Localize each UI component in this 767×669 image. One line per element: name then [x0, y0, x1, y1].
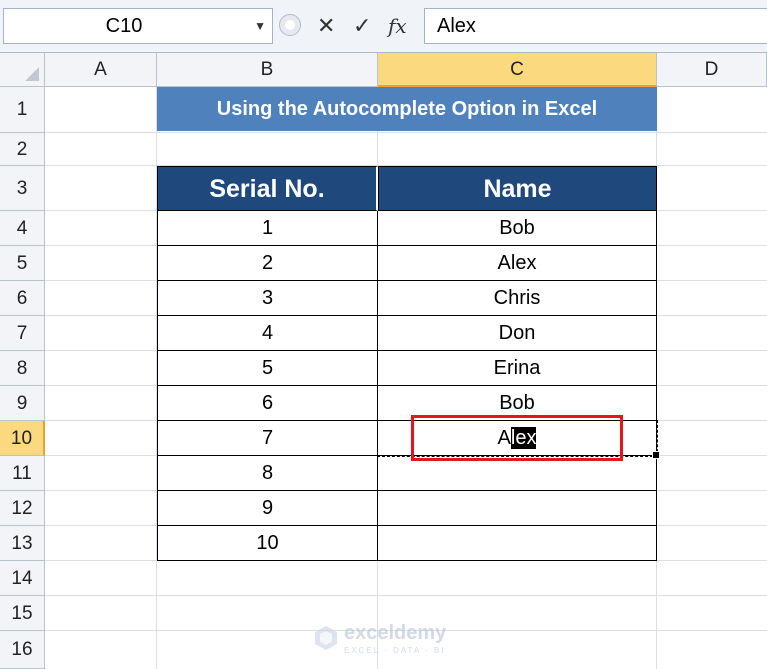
- name-box[interactable]: C10 ▼: [3, 8, 273, 44]
- formula-buttons: ✕ ✓ fx: [275, 8, 421, 44]
- serial-cell[interactable]: 8: [157, 456, 378, 491]
- row-header-5[interactable]: 5: [0, 246, 45, 281]
- gridline: [45, 595, 767, 596]
- serial-cell[interactable]: 6: [157, 386, 378, 421]
- row-header-8[interactable]: 8: [0, 351, 45, 386]
- name-cell[interactable]: [378, 456, 657, 491]
- serial-cell[interactable]: 3: [157, 281, 378, 316]
- row-header-6[interactable]: 6: [0, 281, 45, 316]
- cancel-icon[interactable]: ✕: [317, 8, 335, 44]
- row-header-2[interactable]: 2: [0, 133, 45, 166]
- chevron-down-icon[interactable]: ▼: [254, 9, 266, 43]
- column-header-a[interactable]: A: [45, 53, 157, 87]
- row-header-9[interactable]: 9: [0, 386, 45, 421]
- name-cell[interactable]: Alex: [378, 246, 657, 281]
- name-cell[interactable]: Erina: [378, 351, 657, 386]
- serial-cell[interactable]: 10: [157, 526, 378, 561]
- gridline: [45, 132, 767, 133]
- name-cell[interactable]: Bob: [378, 211, 657, 246]
- column-header-c[interactable]: C: [378, 53, 657, 87]
- highlight-box: [411, 415, 623, 461]
- fill-handle[interactable]: [652, 451, 660, 459]
- select-all-icon: [25, 67, 39, 81]
- enter-icon[interactable]: ✓: [353, 8, 371, 44]
- name-cell[interactable]: Don: [378, 316, 657, 351]
- watermark-tagline: EXCEL · DATA · BI: [344, 646, 446, 655]
- name-cell[interactable]: [378, 491, 657, 526]
- table-header-name[interactable]: Name: [378, 166, 657, 211]
- row-header-10[interactable]: 10: [0, 421, 45, 456]
- row-header-14[interactable]: 14: [0, 561, 45, 596]
- row-header-11[interactable]: 11: [0, 456, 45, 491]
- row-header-7[interactable]: 7: [0, 316, 45, 351]
- column-header-b[interactable]: B: [157, 53, 378, 87]
- sheet-title[interactable]: Using the Autocomplete Option in Excel: [157, 87, 657, 131]
- row-header-13[interactable]: 13: [0, 526, 45, 561]
- column-header-d[interactable]: D: [657, 53, 767, 87]
- name-cell[interactable]: Chris: [378, 281, 657, 316]
- watermark-name: exceldemy: [344, 622, 447, 644]
- formula-input[interactable]: Alex: [424, 8, 767, 44]
- name-cell[interactable]: [378, 526, 657, 561]
- serial-cell[interactable]: 2: [157, 246, 378, 281]
- formula-bar: C10 ▼ ✕ ✓ fx Alex: [0, 0, 767, 53]
- table-header-serial[interactable]: Serial No.: [157, 166, 378, 211]
- formula-text: Alex: [437, 15, 476, 37]
- row-header-12[interactable]: 12: [0, 491, 45, 526]
- resize-handle-icon[interactable]: [279, 14, 301, 36]
- select-all-button[interactable]: [0, 53, 45, 87]
- spreadsheet-grid: A B C D 1 2 3 4 5 6 7 8 9 10 11 12 13 14…: [0, 53, 767, 669]
- serial-cell[interactable]: 1: [157, 211, 378, 246]
- serial-cell[interactable]: 7: [157, 421, 378, 456]
- serial-cell[interactable]: 5: [157, 351, 378, 386]
- insert-function-icon[interactable]: fx: [388, 8, 407, 44]
- row-header-15[interactable]: 15: [0, 596, 45, 631]
- serial-cell[interactable]: 4: [157, 316, 378, 351]
- exceldemy-logo-icon: [315, 626, 337, 650]
- serial-cell[interactable]: 9: [157, 491, 378, 526]
- row-header-1[interactable]: 1: [0, 87, 45, 133]
- name-box-value: C10: [105, 15, 143, 37]
- row-header-16[interactable]: 16: [0, 631, 45, 669]
- row-header-4[interactable]: 4: [0, 211, 45, 246]
- row-header-3[interactable]: 3: [0, 166, 45, 211]
